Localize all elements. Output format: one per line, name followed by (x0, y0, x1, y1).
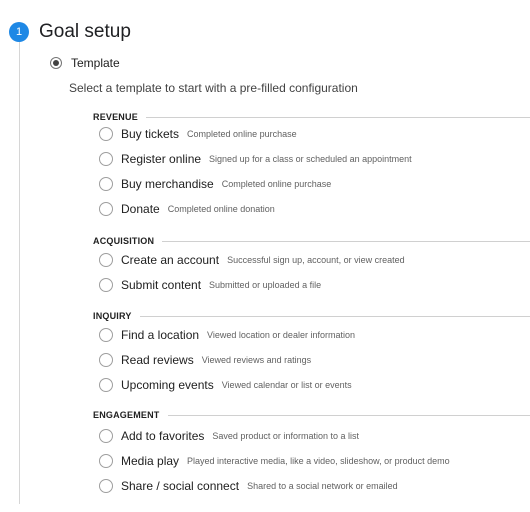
goal-option-description: Successful sign up, account, or view cre… (227, 255, 405, 265)
goal-option-label: Create an account (121, 253, 220, 267)
radio-unselected-icon[interactable] (99, 127, 113, 141)
category-engagement: ENGAGEMENT (93, 408, 530, 422)
category-label: ENGAGEMENT (93, 410, 160, 420)
goal-option-description: Played interactive media, like a video, … (187, 456, 450, 466)
step-title: Goal setup (39, 21, 131, 42)
goal-option-register-online[interactable]: Register online Signed up for a class or… (99, 149, 412, 169)
goal-option-submit-content[interactable]: Submit content Submitted or uploaded a f… (99, 275, 321, 295)
template-label: Template (71, 56, 120, 70)
radio-unselected-icon[interactable] (99, 328, 113, 342)
radio-dot-icon (53, 60, 59, 66)
radio-unselected-icon[interactable] (99, 353, 113, 367)
goal-option-description: Completed online donation (167, 204, 275, 214)
category-divider (145, 116, 530, 118)
goal-option-label: Register online (121, 152, 202, 166)
radio-unselected-icon[interactable] (99, 177, 113, 191)
step-number-badge: 1 (9, 22, 29, 42)
radio-unselected-icon[interactable] (99, 378, 113, 392)
goal-option-description: Completed online purchase (187, 129, 297, 139)
goal-option-description: Viewed reviews and ratings (201, 355, 312, 365)
goal-option-find-location[interactable]: Find a location Viewed location or deale… (99, 325, 355, 345)
category-label: INQUIRY (93, 311, 132, 321)
goal-option-label: Donate (121, 202, 160, 216)
step-connector-line (19, 34, 20, 504)
radio-unselected-icon[interactable] (99, 202, 113, 216)
goal-option-description: Saved product or information to a list (212, 431, 359, 441)
radio-unselected-icon[interactable] (99, 454, 113, 468)
goal-option-label: Share / social connect (121, 479, 240, 493)
category-label: ACQUISITION (93, 236, 155, 246)
template-radio-selected-icon[interactable] (50, 57, 62, 69)
template-radio-option[interactable]: Template (50, 54, 120, 72)
goal-option-label: Buy merchandise (121, 177, 214, 191)
goal-option-share-social[interactable]: Share / social connect Shared to a socia… (99, 476, 398, 496)
goal-option-description: Submitted or uploaded a file (209, 280, 322, 290)
radio-unselected-icon[interactable] (99, 152, 113, 166)
radio-unselected-icon[interactable] (99, 253, 113, 267)
radio-unselected-icon[interactable] (99, 479, 113, 493)
goal-option-media-play[interactable]: Media play Played interactive media, lik… (99, 451, 450, 471)
goal-option-label: Media play (121, 454, 180, 468)
goal-option-read-reviews[interactable]: Read reviews Viewed reviews and ratings (99, 350, 311, 370)
goal-option-add-favorites[interactable]: Add to favorites Saved product or inform… (99, 426, 359, 446)
category-divider (139, 315, 530, 317)
goal-option-description: Completed online purchase (221, 179, 332, 189)
radio-unselected-icon[interactable] (99, 429, 113, 443)
category-revenue: REVENUE (93, 110, 530, 124)
category-inquiry: INQUIRY (93, 309, 530, 323)
goal-option-label: Add to favorites (121, 429, 205, 443)
goal-option-label: Find a location (121, 328, 200, 342)
goal-option-buy-merchandise[interactable]: Buy merchandise Completed online purchas… (99, 174, 331, 194)
goal-option-buy-tickets[interactable]: Buy tickets Completed online purchase (99, 124, 297, 144)
category-label: REVENUE (93, 112, 138, 122)
template-instructions: Select a template to start with a pre-fi… (69, 81, 358, 95)
goal-option-label: Submit content (121, 278, 202, 292)
goal-option-description: Viewed location or dealer information (207, 330, 355, 340)
category-divider (162, 240, 530, 242)
goal-option-description: Signed up for a class or scheduled an ap… (209, 154, 412, 164)
goal-option-label: Read reviews (121, 353, 194, 367)
goal-option-description: Viewed calendar or list or events (221, 380, 352, 390)
category-divider (167, 414, 530, 416)
goal-option-label: Buy tickets (121, 127, 180, 141)
goal-option-label: Upcoming events (121, 378, 214, 392)
goal-option-create-account[interactable]: Create an account Successful sign up, ac… (99, 250, 405, 270)
goal-option-donate[interactable]: Donate Completed online donation (99, 199, 275, 219)
goal-option-description: Shared to a social network or emailed (247, 481, 398, 491)
goal-option-upcoming-events[interactable]: Upcoming events Viewed calendar or list … (99, 375, 352, 395)
radio-unselected-icon[interactable] (99, 278, 113, 292)
category-acquisition: ACQUISITION (93, 234, 530, 248)
step-header: 1 Goal setup (9, 20, 131, 44)
